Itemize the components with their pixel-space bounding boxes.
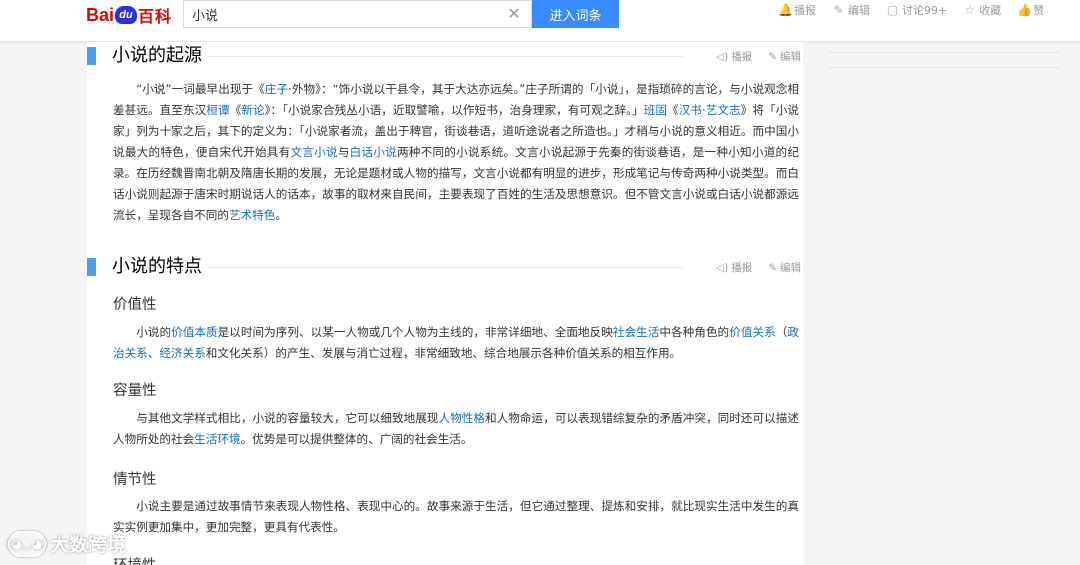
link-jiazhi-benzhi[interactable]: 价值本质 — [171, 325, 218, 339]
top-header: Bai du 百科 ✕ 进入词条 🔔 播报 ✎ 编辑 ▢ 讨论99+ ☆ 收藏 … — [0, 0, 1080, 42]
link-jingji-guanxi[interactable]: 经济关系 — [159, 346, 205, 360]
header-like-button[interactable]: 👍 赞 — [1017, 2, 1044, 18]
link-wenyan-xiaoshuo[interactable]: 文言小说 — [290, 145, 337, 159]
watermark: (◕◡◕) 大数跨境 — [6, 530, 127, 557]
pencil-icon: ✎ — [768, 50, 777, 63]
value-paragraph: 小说的价值本质是以时间为序列、以某一人物或几个人物为主线的，非常详细地、全面地反… — [113, 325, 799, 360]
speaker-icon: ◁) — [716, 261, 729, 274]
paw-icon: du — [115, 6, 138, 24]
subsection-title-value: 价值性 — [113, 297, 157, 313]
section-broadcast-button[interactable]: ◁) 播报 — [716, 260, 752, 275]
section-actions: ◁) 播报 ✎ 编辑 — [716, 49, 801, 64]
article-content: 小说的起源 ◁) 播报 ✎ 编辑 “小说”一词最早出现于《庄子·外物》：“饰小说以干… — [87, 42, 803, 565]
header-favorite-button[interactable]: ☆ 收藏 — [963, 2, 1001, 18]
link-renwu-xingge[interactable]: 人物性格 — [439, 411, 486, 425]
section-marker — [87, 258, 96, 276]
link-shenghuo-huanjing[interactable]: 生活环境 — [194, 432, 240, 446]
section-edit-button[interactable]: ✎ 编辑 — [768, 260, 801, 275]
plot-paragraph: 小说主要是通过故事情节来表现人物性格、表现中心的。故事来源于生活，但它通过整理、… — [113, 499, 799, 534]
link-jiazhi-guanxi[interactable]: 价值关系 — [729, 325, 776, 339]
search-box: ✕ — [183, 0, 532, 28]
watermark-text: 大数跨境 — [50, 534, 127, 556]
enter-entry-button[interactable]: 进入词条 — [532, 0, 619, 28]
capacity-paragraph: 与其他文学样式相比，小说的容量较大，它可以细致地展现人物性格和人物命运，可以表现… — [113, 411, 799, 446]
section-heading-features: 小说的特点 ◁) 播报 ✎ 编辑 — [87, 255, 803, 279]
link-bangu[interactable]: 班固 — [644, 103, 667, 117]
subsection-title-plot: 情节性 — [113, 472, 157, 488]
section-actions: ◁) 播报 ✎ 编辑 — [716, 260, 801, 275]
right-sidebar — [827, 42, 1061, 82]
section-heading-origin: 小说的起源 ◁) 播报 ✎ 编辑 — [87, 44, 803, 68]
bell-icon: 🔔 — [778, 3, 793, 17]
link-huantan[interactable]: 桓谭 — [206, 103, 229, 117]
baidu-baike-logo[interactable]: Bai du 百科 — [86, 4, 172, 27]
section-broadcast-button[interactable]: ◁) 播报 — [716, 49, 752, 64]
chat-icon: ▢ — [886, 3, 899, 17]
sidebar-divider — [827, 67, 1061, 68]
section-edit-button[interactable]: ✎ 编辑 — [768, 49, 801, 64]
header-discuss-button[interactable]: ▢ 讨论99+ — [886, 2, 947, 18]
link-baihua-xiaoshuo[interactable]: 白话小说 — [350, 145, 397, 159]
link-zhuangzi[interactable]: 庄子 — [265, 82, 288, 96]
clear-icon[interactable]: ✕ — [505, 5, 523, 23]
header-tools: 🔔 播报 ✎ 编辑 ▢ 讨论99+ ☆ 收藏 👍 赞 — [778, 2, 1044, 18]
link-hanshu-yiwenzhi[interactable]: 汉书·艺文志 — [679, 103, 741, 117]
section-title: 小说的特点 — [112, 256, 202, 277]
section-divider — [209, 56, 683, 57]
speaker-icon: ◁) — [716, 50, 729, 63]
subsection-title-capacity: 容量性 — [113, 383, 157, 399]
header-edit-button[interactable]: ✎ 编辑 — [832, 2, 870, 18]
link-shehui-shenghuo[interactable]: 社会生活 — [613, 325, 660, 339]
thumb-up-icon: 👍 — [1017, 3, 1033, 17]
star-icon: ☆ — [964, 3, 976, 17]
sidebar-divider — [827, 52, 1061, 53]
section-divider — [209, 267, 683, 268]
link-yishu-tese[interactable]: 艺术特色 — [229, 208, 275, 222]
section-title: 小说的起源 — [112, 45, 202, 66]
section-marker — [87, 47, 96, 65]
origin-paragraph: “小说”一词最早出现于《庄子·外物》：“饰小说以干县令，其于大达亦远矣。”庄子所… — [113, 82, 799, 222]
search-input[interactable] — [184, 1, 504, 27]
pencil-icon: ✎ — [768, 261, 777, 274]
header-broadcast-button[interactable]: 🔔 播报 — [778, 2, 816, 18]
pencil-icon: ✎ — [833, 3, 844, 17]
link-xinlun[interactable]: 新论 — [241, 103, 264, 117]
watermark-logo-icon: (◕◡◕) — [6, 530, 48, 557]
